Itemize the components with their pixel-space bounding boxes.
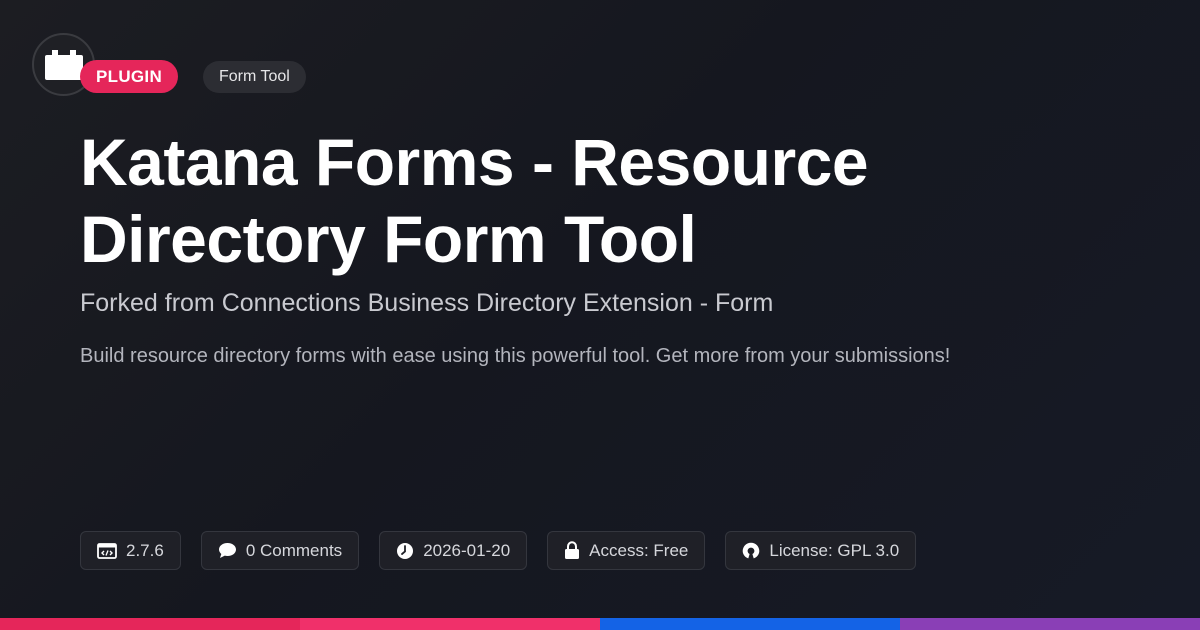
code-window-icon (97, 542, 117, 559)
comments-value: 0 Comments (245, 540, 343, 560)
type-badge[interactable]: Form Tool (203, 61, 306, 93)
accent-bar-segment (0, 618, 300, 630)
comments-meta[interactable]: 0 Comments (200, 531, 360, 570)
clock-icon (396, 542, 414, 560)
accent-bar-segment (300, 618, 600, 630)
date-value: 2026-01-20 (423, 540, 511, 560)
version-value: 2.7.6 (126, 540, 164, 560)
page-description: Build resource directory forms with ease… (80, 345, 951, 367)
accent-bar-segment (900, 618, 1200, 630)
access-meta: Access: Free (547, 531, 706, 570)
plugin-block-icon (44, 49, 83, 80)
accent-bar (0, 618, 1200, 630)
page-title: Katana Forms - Resource Directory Form T… (80, 125, 869, 276)
open-source-icon (742, 542, 760, 560)
category-badge[interactable]: PLUGIN (80, 60, 179, 93)
speech-bubble-icon (218, 542, 237, 559)
lock-icon (564, 541, 580, 560)
accent-bar-segment (600, 618, 900, 630)
meta-row: 2.7.6 0 Comments 2026-01-20 Access: Free (80, 531, 917, 570)
license-meta: License: GPL 3.0 (725, 531, 917, 570)
version-meta: 2.7.6 (80, 531, 181, 570)
date-meta: 2026-01-20 (379, 531, 528, 570)
page-subtitle: Forked from Connections Business Directo… (80, 289, 774, 317)
license-value: License: GPL 3.0 (769, 540, 900, 560)
access-value: Access: Free (589, 540, 689, 560)
